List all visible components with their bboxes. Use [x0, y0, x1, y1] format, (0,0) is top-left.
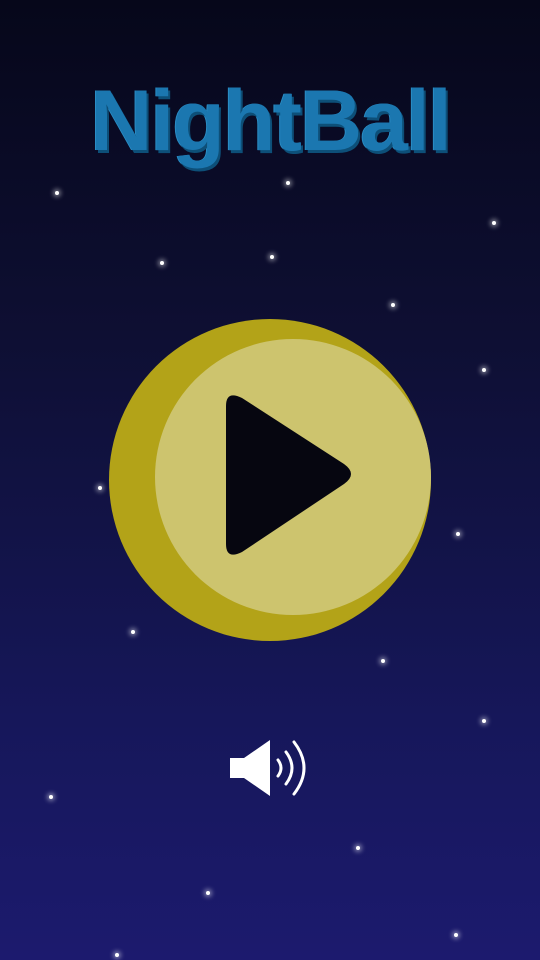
star: [115, 953, 119, 957]
speaker-volume-icon: [230, 740, 306, 796]
star: [98, 486, 102, 490]
sound-wave-large: [292, 740, 306, 796]
star: [482, 368, 486, 372]
play-button[interactable]: [108, 318, 432, 642]
star: [49, 795, 53, 799]
star: [381, 659, 385, 663]
star: [206, 891, 210, 895]
star: [492, 221, 496, 225]
star: [160, 261, 164, 265]
star: [482, 719, 486, 723]
speaker-body: [230, 740, 270, 796]
star: [286, 181, 290, 185]
sound-toggle-button[interactable]: [226, 736, 316, 800]
sound-wave-medium: [284, 750, 294, 786]
moon-icon: [109, 319, 431, 641]
star: [454, 933, 458, 937]
game-screen: NightBall: [0, 0, 540, 960]
star: [356, 846, 360, 850]
sound-wave-small: [276, 758, 283, 778]
star: [55, 191, 59, 195]
game-title: NightBall: [90, 73, 451, 169]
star: [270, 255, 274, 259]
star: [391, 303, 395, 307]
star: [456, 532, 460, 536]
